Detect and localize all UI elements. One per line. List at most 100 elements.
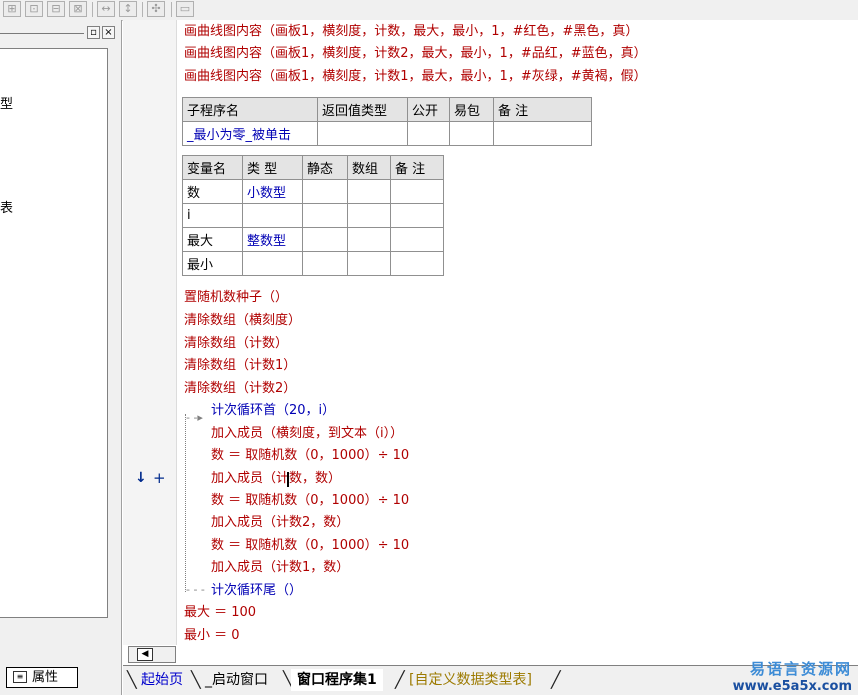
tab-properties[interactable]: ≡ 属性 [6, 667, 78, 688]
tab-window-assembly[interactable]: 窗口程序集1 [291, 669, 383, 691]
var-cell-type[interactable]: 整数型 [242, 227, 303, 252]
var-cell-type[interactable] [242, 203, 303, 228]
var-header-type: 类 型 [242, 155, 303, 180]
sub-header-epkg: 易包 [449, 97, 494, 122]
tab-start-page[interactable]: 起始页 [135, 669, 189, 691]
tab-custom-types[interactable]: [自定义数据类型表] [403, 669, 538, 691]
table-row: i [182, 203, 444, 228]
editor-gutter: ↓ + [123, 20, 177, 645]
code-line[interactable]: 清除数组（计数） [184, 334, 288, 354]
subroutine-table: 子程序名 返回值类型 公开 易包 备 注 _最小为零_被单击 [182, 97, 592, 146]
toolbar-separator [92, 2, 93, 17]
align-icon[interactable]: ▭ [176, 1, 194, 17]
var-cell-note[interactable] [390, 179, 444, 204]
tab-startup-window[interactable]: _启动窗口 [199, 669, 274, 691]
table-row: 数 小数型 [182, 179, 444, 204]
sub-cell-epkg[interactable] [449, 121, 494, 146]
property-panel: ▫ × 型 表 ≡ 属性 [0, 20, 122, 695]
var-cell-array[interactable] [347, 203, 391, 228]
code-line[interactable]: 加入成员（横刻度，到文本（i）） [211, 424, 403, 444]
code-line[interactable]: 最大 ＝ 100 [184, 603, 256, 623]
sub-header-public: 公开 [407, 97, 450, 122]
code-line[interactable]: 数 ＝ 取随机数（0，1000）÷ 10 [211, 536, 409, 556]
code-line[interactable]: 加入成员（计数，数） [211, 469, 341, 489]
sub-cell-note[interactable] [493, 121, 592, 146]
var-header-static: 静态 [302, 155, 348, 180]
var-cell-array[interactable] [347, 227, 391, 252]
grid-icon[interactable]: ⊠ [69, 1, 87, 17]
sub-cell-public[interactable] [407, 121, 450, 146]
code-line[interactable]: 数 ＝ 取随机数（0，1000）÷ 10 [211, 446, 409, 466]
loop-arrow-icon: - -▸ [186, 411, 203, 424]
var-cell-note[interactable] [390, 203, 444, 228]
panel-titlebar: ▫ × [0, 26, 120, 42]
sub-cell-name[interactable]: _最小为零_被单击 [182, 121, 318, 146]
var-cell-type[interactable]: 小数型 [242, 179, 303, 204]
expand-icon[interactable]: + [153, 469, 166, 487]
split-h-icon[interactable]: ↔ [97, 1, 115, 17]
tab-properties-label: 属性 [32, 670, 59, 685]
var-cell-array[interactable] [347, 251, 391, 276]
text-cursor [287, 472, 289, 487]
horizontal-scrollbar[interactable]: ◀ [128, 646, 176, 663]
code-line[interactable]: 置随机数种子（） [184, 288, 288, 308]
property-label: 表 [0, 201, 14, 216]
sub-cell-return[interactable] [317, 121, 408, 146]
code-line[interactable]: 加入成员（计数1，数） [211, 558, 349, 578]
watermark-url: www.e5a5x.com [732, 679, 852, 694]
close-icon[interactable]: × [102, 26, 115, 39]
toolbar-separator [142, 2, 143, 17]
variable-table: 变量名 类 型 静态 数组 备 注 数 小数型 i 最大 整数型 最小 [182, 155, 444, 276]
properties-icon: ≡ [13, 671, 27, 683]
code-line[interactable]: 清除数组（横刻度） [184, 311, 301, 331]
sub-header-name: 子程序名 [182, 97, 318, 122]
loop-guide [185, 414, 187, 592]
var-cell-note[interactable] [390, 227, 444, 252]
sub-header-return: 返回值类型 [317, 97, 408, 122]
watermark-title: 易语言资源网 [749, 660, 852, 678]
var-cell-name[interactable]: i [182, 203, 243, 228]
loop-tail-line[interactable]: 计次循环尾（） [211, 581, 302, 601]
var-cell-static[interactable] [302, 251, 348, 276]
var-header-name: 变量名 [182, 155, 243, 180]
crosshair-icon[interactable]: ✣ [147, 1, 165, 17]
sub-header-note: 备 注 [493, 97, 592, 122]
code-line[interactable]: 清除数组（计数1） [184, 356, 296, 376]
watermark-logo: 易语言资源网 www.e5a5x.com [733, 658, 852, 694]
code-line[interactable]: 数 ＝ 取随机数（0，1000）÷ 10 [211, 491, 409, 511]
panel-grip [0, 33, 84, 34]
var-cell-note[interactable] [390, 251, 444, 276]
var-cell-static[interactable] [302, 203, 348, 228]
var-cell-type[interactable] [242, 251, 303, 276]
restore-icon[interactable]: ▫ [87, 26, 100, 39]
code-line[interactable]: 加入成员（计数2，数） [211, 513, 349, 533]
tab-divider: ╱ [551, 670, 561, 689]
code-line[interactable]: 画曲线图内容（画板1，横刻度，计数，最大，最小，1，#红色，#黑色，真） [184, 22, 638, 42]
toolbar-separator [171, 2, 172, 17]
loop-tail-dash: - - - [186, 583, 205, 596]
grid-icon[interactable]: ⊡ [25, 1, 43, 17]
var-cell-name[interactable]: 最小 [182, 251, 243, 276]
property-label: 型 [0, 97, 14, 112]
split-v-icon[interactable]: ↕ [119, 1, 137, 17]
grid-icon[interactable]: ⊞ [3, 1, 21, 17]
loop-head-line[interactable]: 计次循环首（20，i） [211, 401, 335, 421]
table-row: 最大 整数型 [182, 227, 444, 252]
var-cell-name[interactable]: 数 [182, 179, 243, 204]
code-line[interactable]: 画曲线图内容（画板1，横刻度，计数1，最大，最小，1，#灰绿，#黄褐，假） [184, 67, 647, 87]
var-cell-static[interactable] [302, 227, 348, 252]
current-line-arrow-icon: ↓ [135, 470, 147, 486]
grid-icon[interactable]: ⊟ [47, 1, 65, 17]
property-list[interactable]: 型 表 [0, 48, 108, 618]
code-line[interactable]: 最小 ＝ 0 [184, 626, 240, 646]
var-header-array: 数组 [347, 155, 391, 180]
var-header-note: 备 注 [390, 155, 444, 180]
var-cell-name[interactable]: 最大 [182, 227, 243, 252]
table-row: 最小 [182, 251, 444, 276]
code-line[interactable]: 画曲线图内容（画板1，横刻度，计数2，最大，最小，1，#品红，#蓝色，真） [184, 44, 647, 64]
var-cell-static[interactable] [302, 179, 348, 204]
code-line[interactable]: 清除数组（计数2） [184, 379, 296, 399]
scroll-left-icon[interactable]: ◀ [137, 648, 153, 661]
toolbar: ⊞ ⊡ ⊟ ⊠ ↔ ↕ ✣ ▭ [0, 0, 858, 21]
var-cell-array[interactable] [347, 179, 391, 204]
